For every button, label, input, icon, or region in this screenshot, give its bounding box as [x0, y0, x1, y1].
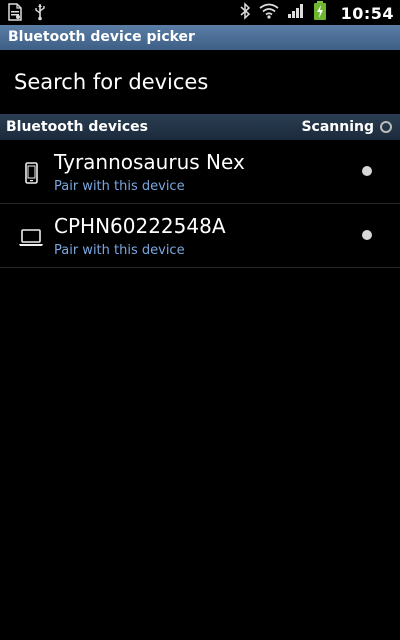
laptop-icon — [18, 224, 44, 250]
device-subtitle: Pair with this device — [54, 179, 185, 194]
device-status-dot-icon — [362, 166, 372, 176]
status-bar-left — [8, 3, 46, 25]
document-icon — [8, 3, 22, 25]
signal-icon — [287, 3, 305, 23]
scanning-spinner-icon — [380, 121, 392, 133]
status-bar-right: 10:54 — [239, 1, 394, 25]
device-status-dot-icon — [362, 230, 372, 240]
section-title: Bluetooth devices — [6, 119, 148, 135]
status-bar: 10:54 — [0, 0, 400, 25]
phone-icon — [18, 160, 44, 186]
window-title: Bluetooth device picker — [0, 25, 400, 50]
device-name: CPHN60222548A — [54, 214, 226, 238]
device-list: Tyrannosaurus Nex Pair with this device … — [0, 140, 400, 268]
scanning-status: Scanning — [301, 119, 392, 135]
device-item-cphn60222548a[interactable]: CPHN60222548A Pair with this device — [0, 204, 400, 268]
status-time: 10:54 — [340, 3, 394, 23]
device-subtitle: Pair with this device — [54, 243, 185, 258]
scanning-label: Scanning — [301, 119, 374, 135]
usb-icon — [34, 3, 46, 25]
search-for-devices-button[interactable]: Search for devices — [0, 50, 400, 114]
battery-charging-icon — [313, 1, 327, 25]
device-item-tyrannosaurus-nex[interactable]: Tyrannosaurus Nex Pair with this device — [0, 140, 400, 204]
device-name: Tyrannosaurus Nex — [54, 150, 245, 174]
wifi-icon — [259, 3, 279, 23]
screen: 10:54 Bluetooth device picker Search for… — [0, 0, 400, 640]
bluetooth-devices-header: Bluetooth devices Scanning — [0, 114, 400, 140]
bluetooth-icon — [239, 2, 251, 24]
